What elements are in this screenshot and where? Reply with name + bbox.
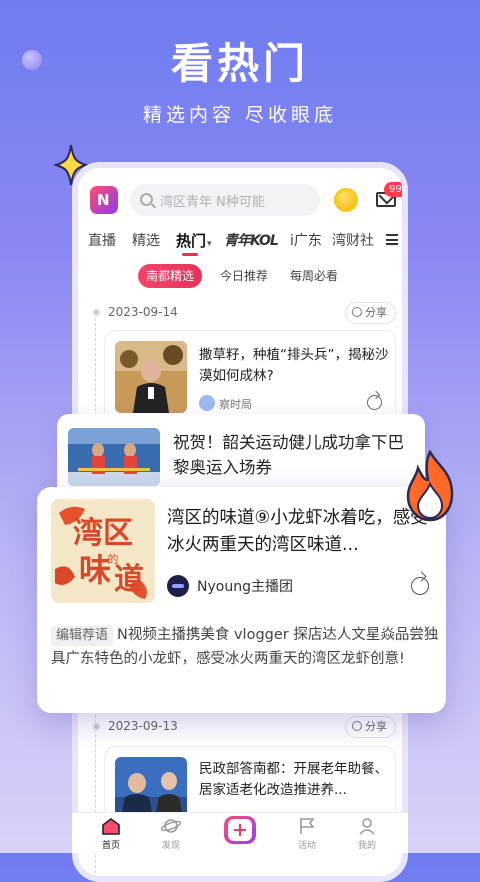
- chevron-down-icon: ▾: [207, 239, 212, 249]
- nav-activity[interactable]: 活动: [282, 817, 332, 851]
- nav-discover[interactable]: 发现: [146, 817, 196, 851]
- news-title: 民政部答南都：开展老年助餐、居家适老化改造推进养...: [199, 761, 388, 798]
- tab-youth-kol[interactable]: 青年KOL: [224, 230, 279, 250]
- tab-i-guangdong[interactable]: i广东: [290, 230, 322, 250]
- nav-label: 发现: [161, 841, 180, 851]
- mail-badge: 99+: [384, 182, 402, 197]
- search-icon: [140, 193, 153, 206]
- news-card[interactable]: 撒草籽，种植“排头兵”，揭秘沙漠如何成林? 察时局: [104, 330, 396, 422]
- publish-button[interactable]: [224, 816, 256, 844]
- user-icon: [359, 818, 375, 835]
- bottom-nav: 首页 发现 活动 我的: [72, 812, 408, 853]
- timeline-dot: [92, 308, 101, 317]
- plus-icon: [228, 819, 252, 841]
- nav-label: 活动: [297, 841, 316, 851]
- subtab-today[interactable]: 今日推荐: [220, 264, 268, 288]
- nav-profile[interactable]: 我的: [342, 817, 392, 851]
- news-thumbnail: [115, 341, 187, 413]
- svg-text:味: 味: [79, 551, 111, 589]
- news-thumbnail: [115, 757, 187, 817]
- news-title: 撒草籽，种植“排头兵”，揭秘沙漠如何成林?: [199, 347, 389, 384]
- flag-icon: [300, 818, 315, 834]
- source-avatar: [167, 575, 189, 597]
- svg-text:的: 的: [108, 552, 119, 566]
- category-tabs: 直播 精选 热门▾ 青年KOL i广东 湾财社: [84, 230, 402, 256]
- search-placeholder: 湾区青年 N种可能: [160, 195, 265, 210]
- editor-recommendation: 编辑荐语 N视频主播携美食 vlogger 探店达人文星焱品尝独具广东特色的小龙虾…: [51, 623, 439, 671]
- svg-text:道: 道: [114, 562, 144, 597]
- top-bar: N 湾区青年 N种可能 99+: [86, 182, 402, 218]
- coin-icon[interactable]: [334, 188, 358, 212]
- subtab-weekly[interactable]: 每周必看: [290, 264, 338, 288]
- share-icon[interactable]: [367, 395, 382, 410]
- editor-tag: 编辑荐语: [51, 626, 114, 646]
- featured-card-crayfish[interactable]: 湾区 味 道 的 湾区的味道⑨小龙虾冰着吃，感受冰火两重天的湾区味道... Ny…: [37, 487, 446, 713]
- menu-icon[interactable]: [386, 234, 398, 245]
- nav-label: 首页: [101, 841, 120, 851]
- share-icon[interactable]: [411, 577, 429, 595]
- source-name: 察时局: [219, 398, 252, 411]
- share-icon: [352, 721, 362, 731]
- share-icon: [352, 307, 362, 317]
- tab-wancaishe[interactable]: 湾财社: [332, 230, 374, 250]
- date-row: 2023-09-13 分享: [90, 716, 396, 738]
- tab-active-indicator: [182, 253, 198, 256]
- app-logo[interactable]: N: [90, 186, 118, 214]
- fire-icon: [406, 450, 454, 522]
- tab-hot[interactable]: 热门▾: [176, 230, 212, 251]
- share-button[interactable]: 分享: [345, 302, 396, 324]
- date-row: 2023-09-14 分享: [90, 302, 396, 324]
- hero-subtitle: 精选内容 尽收眼底: [142, 104, 338, 126]
- nav-home[interactable]: 首页: [86, 817, 136, 851]
- share-label: 分享: [365, 720, 387, 733]
- source-name: Nyoung主播团: [197, 579, 293, 595]
- date-label: 2023-09-14: [108, 305, 178, 319]
- svg-text:湾区: 湾区: [73, 516, 133, 551]
- hero-title: 看热门: [170, 39, 309, 88]
- source-avatar: [199, 395, 215, 411]
- tab-featured[interactable]: 精选: [132, 230, 160, 250]
- subtab-nandu-picks[interactable]: 南都精选: [138, 264, 203, 288]
- tab-live[interactable]: 直播: [88, 230, 116, 250]
- date-label: 2023-09-13: [108, 719, 178, 733]
- timeline-dot: [92, 722, 101, 731]
- news-thumbnail: 湾区 味 道 的: [51, 499, 155, 603]
- featured-card-olympics[interactable]: 祝贺！韶关运动健儿成功拿下巴黎奥运入场券: [57, 414, 425, 496]
- tab-hot-label: 热门: [176, 232, 207, 250]
- search-input[interactable]: 湾区青年 N种可能: [130, 184, 320, 216]
- home-icon: [102, 818, 120, 835]
- nav-label: 我的: [357, 841, 376, 851]
- share-button[interactable]: 分享: [345, 716, 396, 738]
- planet-icon: [161, 819, 181, 833]
- news-title: 祝贺！韶关运动健儿成功拿下巴黎奥运入场券: [173, 433, 404, 477]
- share-label: 分享: [365, 306, 387, 319]
- news-title: 湾区的味道⑨小龙虾冰着吃，感受冰火两重天的湾区味道...: [167, 508, 428, 555]
- news-thumbnail: [68, 428, 160, 486]
